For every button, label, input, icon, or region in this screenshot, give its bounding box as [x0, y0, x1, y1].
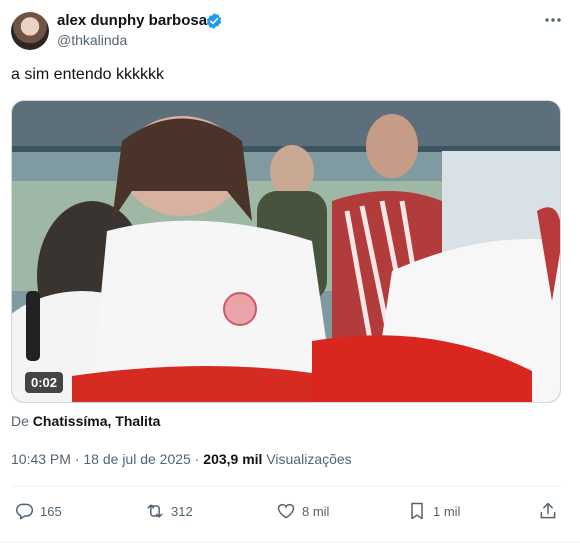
- views-count: 203,9 mil: [203, 451, 263, 467]
- author-handle[interactable]: @thkalinda: [57, 32, 127, 48]
- verified-icon: [206, 13, 222, 29]
- bookmark-button[interactable]: 1 mil: [407, 496, 460, 526]
- attribution-prefix: De: [11, 413, 29, 429]
- bookmark-count: 1 mil: [433, 503, 461, 519]
- tweet-text: a sim entendo kkkkkk: [11, 66, 164, 83]
- tweet-meta: 10:43 PM · 18 de jul de 2025 · 203,9 mil…: [11, 451, 352, 467]
- like-icon: [277, 503, 295, 519]
- video-duration-badge: 0:02: [25, 372, 64, 393]
- reply-button[interactable]: 165: [14, 496, 62, 526]
- tweet-date[interactable]: 18 de jul de 2025: [83, 451, 190, 467]
- reply-icon: [16, 503, 34, 520]
- avatar[interactable]: [11, 12, 49, 50]
- repost-button[interactable]: 312: [145, 496, 193, 526]
- reply-count: 165: [40, 503, 62, 519]
- like-count: 8 mil: [302, 503, 330, 519]
- action-bar: 165 312 8 mil 1 mil: [0, 496, 580, 526]
- bottom-divider: [0, 542, 580, 543]
- author-name[interactable]: alex dunphy barbosa: [57, 12, 207, 29]
- meta-separator: ·: [74, 451, 80, 467]
- meta-separator-2: ·: [194, 451, 200, 467]
- bookmark-icon: [411, 502, 423, 520]
- video-frame: [12, 101, 560, 402]
- more-icon[interactable]: [543, 10, 563, 30]
- attribution-source[interactable]: Chatissíma, Thalita: [33, 413, 161, 429]
- repost-icon: [147, 504, 163, 518]
- like-button[interactable]: 8 mil: [276, 496, 329, 526]
- tweet: alex dunphy barbosa @thkalinda a sim ent…: [0, 0, 580, 544]
- tweet-time[interactable]: 10:43 PM: [11, 451, 71, 467]
- video-player[interactable]: 0:02: [11, 100, 561, 403]
- share-icon: [540, 502, 556, 519]
- video-attribution: De Chatissíma, Thalita: [11, 413, 160, 429]
- share-button[interactable]: [538, 496, 564, 526]
- repost-count: 312: [171, 503, 193, 519]
- views-label: Visualizações: [266, 451, 352, 467]
- divider: [11, 486, 562, 487]
